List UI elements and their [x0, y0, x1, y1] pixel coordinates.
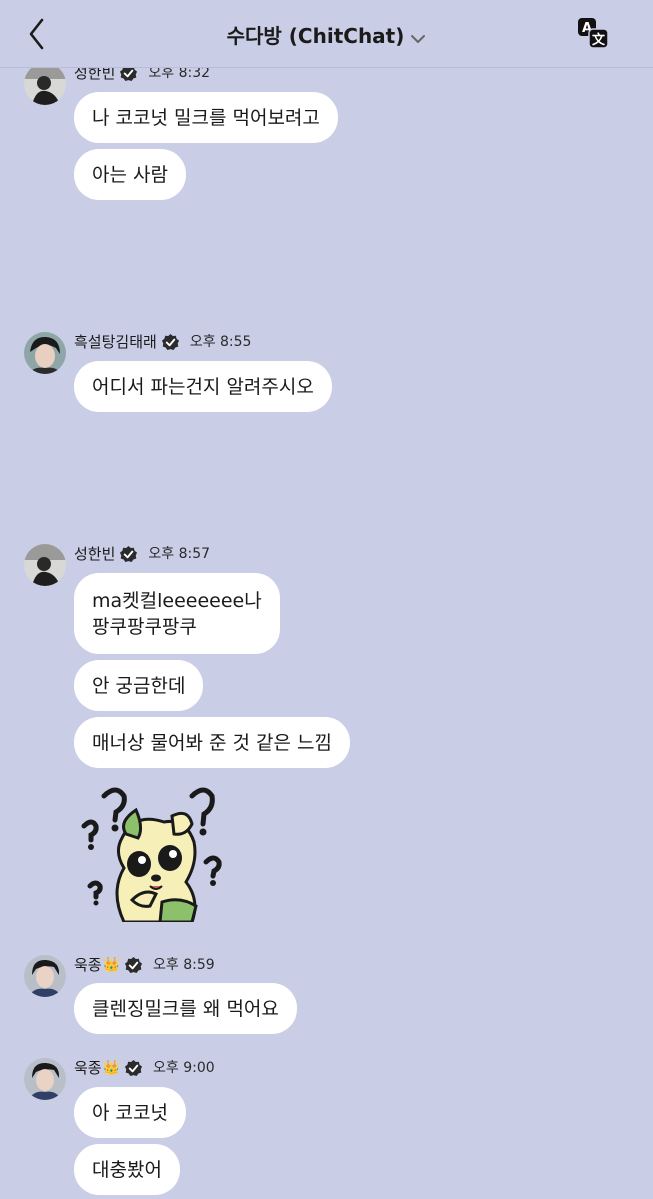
avatar[interactable]	[24, 63, 66, 105]
message-bubble[interactable]: ma켓컬leeeeeee나 팡쿠팡쿠팡쿠	[74, 573, 280, 654]
verified-check-icon	[161, 333, 180, 352]
crown-icon: 👑	[102, 1060, 121, 1076]
message-text: 안 궁금한데	[92, 674, 186, 697]
message-bubble[interactable]: 나 코코넛 밀크를 먹어보려고	[74, 92, 338, 143]
timestamp: 오후 8:57	[148, 546, 211, 562]
verified-check-icon	[124, 1059, 143, 1078]
avatar[interactable]	[24, 544, 66, 586]
message-text: 나 코코넛 밀크를 먹어보려고	[92, 106, 320, 129]
message-bubble[interactable]: 대충봤어	[74, 1144, 180, 1195]
timestamp: 오후 8:59	[153, 957, 215, 973]
sender-name: 욱종	[74, 1059, 102, 1077]
message-text: 클렌징밀크를 왜 먹어요	[92, 997, 279, 1020]
avatar[interactable]	[24, 955, 66, 997]
message-text: 아 코코넛	[92, 1101, 168, 1124]
message-text: 아는 사람	[92, 163, 168, 186]
verified-check-icon	[124, 956, 143, 975]
message-meta: 욱종 👑 오후 9:00	[74, 1058, 215, 1078]
message-text: ma켓컬leeeeeee나 팡쿠팡쿠팡쿠	[92, 589, 262, 638]
message-bubble[interactable]: 안 궁금한데	[74, 660, 204, 711]
puppy-sticker[interactable]	[74, 782, 234, 924]
chat-title: 수다방 (ChitChat)	[226, 24, 405, 48]
message-meta: 흑설탕김태래 오후 8:55	[74, 332, 251, 352]
crown-icon: 👑	[102, 957, 121, 973]
message-text: 매너상 물어봐 준 것 같은 느낌	[92, 731, 332, 754]
message-meta: 욱종 👑 오후 8:59	[74, 955, 215, 975]
message-meta: 성한빈 오후 8:57	[74, 544, 210, 564]
message-bubble[interactable]: 어디서 파는건지 알려주시오	[74, 361, 332, 412]
chat-header: 수다방 (ChitChat) A 文	[0, 0, 653, 68]
message-bubble[interactable]: 아 코코넛	[74, 1087, 186, 1138]
sender-name: 욱종	[74, 956, 102, 974]
sender-name: 성한빈	[74, 545, 116, 563]
timestamp: 오후 9:00	[153, 1060, 215, 1076]
message-bubble[interactable]: 매너상 물어봐 준 것 같은 느낌	[74, 717, 350, 768]
message-bubble[interactable]: 아는 사람	[74, 149, 186, 200]
verified-check-icon	[119, 545, 138, 564]
message-text: 대충봤어	[92, 1158, 162, 1181]
message-bubble[interactable]: 클렌징밀크를 왜 먹어요	[74, 983, 297, 1034]
timestamp: 오후 8:55	[189, 334, 252, 350]
translate-button[interactable]: A 文	[577, 17, 609, 49]
message-text: 어디서 파는건지 알려주시오	[92, 375, 314, 398]
avatar[interactable]	[24, 332, 66, 374]
svg-text:文: 文	[592, 32, 606, 48]
sender-name: 흑설탕김태래	[74, 333, 157, 351]
chat-title-dropdown[interactable]: 수다방 (ChitChat)	[0, 20, 653, 50]
translate-icon: A 文	[578, 18, 609, 49]
chevron-down-icon	[410, 26, 426, 50]
avatar[interactable]	[24, 1058, 66, 1100]
